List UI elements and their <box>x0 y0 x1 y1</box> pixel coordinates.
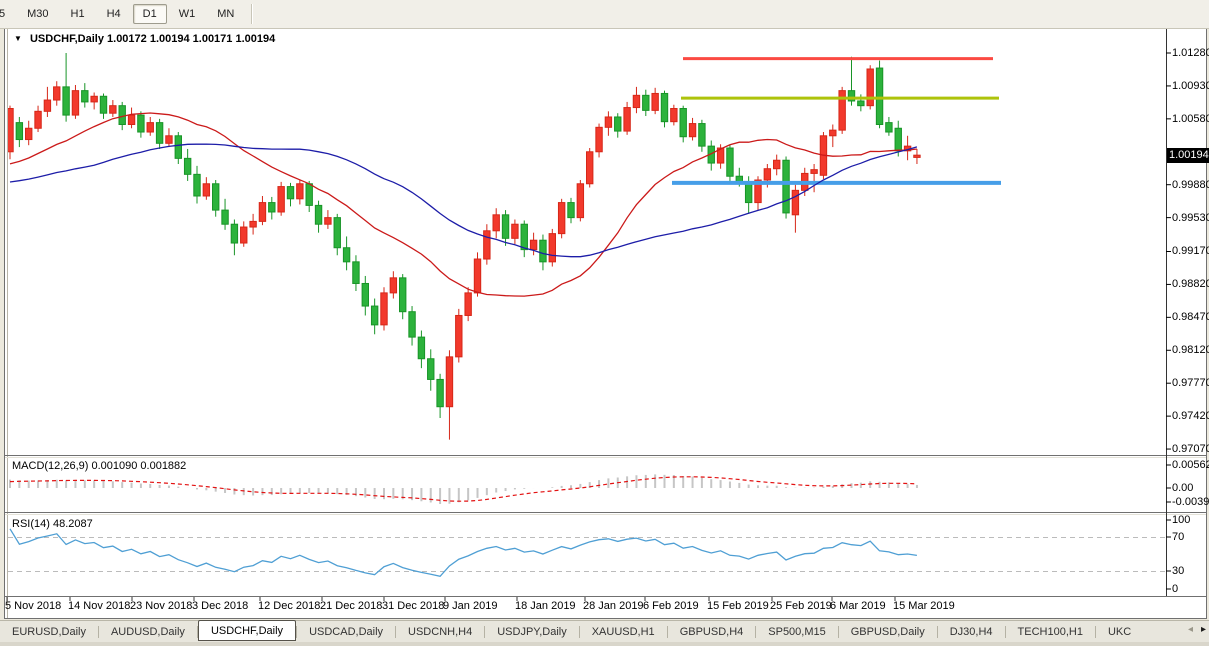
timeframe-toolbar: 5M30H1H4D1W1MN <box>0 0 1209 29</box>
date-axis-label: 14 Nov 2018 <box>68 600 130 612</box>
chart-title-ohlc: 1.00172 1.00194 1.00171 1.00194 <box>107 33 275 45</box>
date-axis-label: 3 Dec 2018 <box>192 600 248 612</box>
date-axis-label: 18 Jan 2019 <box>515 600 576 612</box>
tab-scroll-right-icon[interactable]: ▸ <box>1201 624 1206 635</box>
timeframe-button-h4[interactable]: H4 <box>97 4 131 24</box>
date-axis-label: 6 Feb 2019 <box>643 600 699 612</box>
chart-tab-gbpusd-h4[interactable]: GBPUSD,H4 <box>668 623 756 641</box>
timeframe-button-5[interactable]: 5 <box>0 4 15 24</box>
timeframe-button-w1[interactable]: W1 <box>169 4 206 24</box>
tab-scroll-left-icon[interactable]: ◂ <box>1188 624 1193 635</box>
timeframe-button-h1[interactable]: H1 <box>61 4 95 24</box>
price-axis-label: 0.98120 <box>1172 344 1209 356</box>
price-axis-label: 0.99530 <box>1172 212 1209 224</box>
rsi-axis-label: 0 <box>1172 583 1178 595</box>
price-axis-label: 0.97420 <box>1172 410 1209 422</box>
macd-axis-label: 0.00 <box>1172 482 1193 494</box>
price-axis-label: 0.99880 <box>1172 179 1209 191</box>
date-axis-label: 9 Jan 2019 <box>443 600 497 612</box>
chart-tabbar: EURUSD,DailyAUDUSD,DailyUSDCHF,DailyUSDC… <box>0 620 1209 643</box>
chart-canvas[interactable] <box>0 0 1209 646</box>
macd-axis-label: 0.005629 <box>1172 459 1209 471</box>
date-axis-label: 25 Feb 2019 <box>770 600 832 612</box>
chart-tab-audusd-daily[interactable]: AUDUSD,Daily <box>99 623 197 641</box>
price-axis-label: 0.98470 <box>1172 311 1209 323</box>
date-axis-label: 31 Dec 2018 <box>382 600 444 612</box>
chart-tab-ukc[interactable]: UKC <box>1096 623 1143 641</box>
status-strip <box>0 642 1209 646</box>
chart-tab-usdjpy-daily[interactable]: USDJPY,Daily <box>485 623 579 641</box>
date-axis-label: 15 Mar 2019 <box>893 600 955 612</box>
chart-tab-dj30-h4[interactable]: DJ30,H4 <box>938 623 1005 641</box>
chart-title: ▼ USDCHF,Daily 1.00172 1.00194 1.00171 1… <box>14 33 275 45</box>
toolbar-separator <box>251 4 253 24</box>
date-axis-label: 5 Nov 2018 <box>5 600 61 612</box>
chart-tab-tech100-h1[interactable]: TECH100,H1 <box>1006 623 1095 641</box>
chart-tab-xauusd-h1[interactable]: XAUUSD,H1 <box>580 623 667 641</box>
chart-tab-eurusd-daily[interactable]: EURUSD,Daily <box>0 623 98 641</box>
macd-indicator-label: MACD(12,26,9) 0.001090 0.001882 <box>12 460 186 472</box>
date-axis-label: 12 Dec 2018 <box>258 600 320 612</box>
price-axis-label: 0.99170 <box>1172 245 1209 257</box>
rsi-axis-label: 70 <box>1172 531 1184 543</box>
panel-splitter-rsi[interactable] <box>5 511 1207 516</box>
timeframe-button-m30[interactable]: M30 <box>17 4 58 24</box>
chart-tab-usdchf-daily[interactable]: USDCHF,Daily <box>198 620 296 641</box>
date-axis-label: 15 Feb 2019 <box>707 600 769 612</box>
price-axis-label: 1.01280 <box>1172 47 1209 59</box>
price-axis-label: 0.98820 <box>1172 278 1209 290</box>
mt4-terminal: { "toolbar": { "buttons": ["5","M30","H1… <box>0 0 1209 646</box>
date-axis-label: 23 Nov 2018 <box>130 600 192 612</box>
timeframe-button-d1[interactable]: D1 <box>133 4 167 24</box>
price-axis-label: 1.00580 <box>1172 113 1209 125</box>
rsi-indicator-label: RSI(14) 48.2087 <box>12 518 93 530</box>
panel-splitter-macd[interactable] <box>5 454 1207 459</box>
macd-axis-label: -0.003933 <box>1172 496 1209 508</box>
chart-tab-sp500-m15[interactable]: SP500,M15 <box>756 623 837 641</box>
date-axis-label: 21 Dec 2018 <box>320 600 382 612</box>
chart-tab-usdcnh-h4[interactable]: USDCNH,H4 <box>396 623 484 641</box>
chart-title-symbol: USDCHF,Daily <box>30 33 104 45</box>
date-axis-label: 28 Jan 2019 <box>583 600 644 612</box>
chart-collapse-icon[interactable]: ▼ <box>14 34 22 43</box>
chart-tab-gbpusd-daily[interactable]: GBPUSD,Daily <box>839 623 937 641</box>
current-price-tag: 1.00194 <box>1167 148 1209 163</box>
price-axis-label: 1.00930 <box>1172 80 1209 92</box>
price-axis-label: 0.97770 <box>1172 377 1209 389</box>
timeframe-button-mn[interactable]: MN <box>207 4 244 24</box>
rsi-axis-label: 30 <box>1172 565 1184 577</box>
chart-tab-usdcad-daily[interactable]: USDCAD,Daily <box>297 623 395 641</box>
date-axis-label: 6 Mar 2019 <box>830 600 886 612</box>
